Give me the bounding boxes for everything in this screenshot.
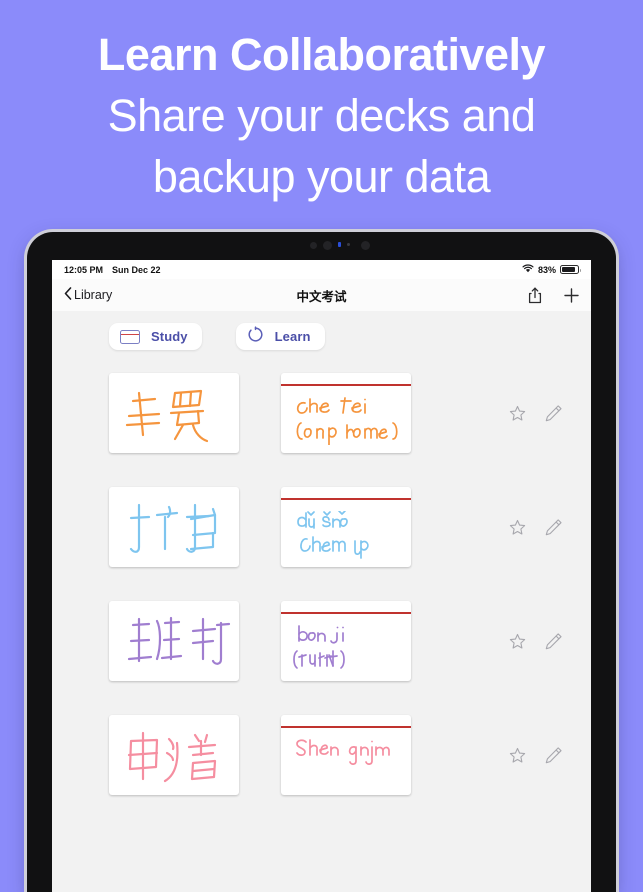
handwriting-back bbox=[293, 397, 403, 445]
status-bar: 12:05 PM Sun Dec 22 83% bbox=[52, 260, 591, 279]
flashcard-front[interactable] bbox=[109, 601, 239, 681]
tablet-screen: 12:05 PM Sun Dec 22 83% Library 中文考试 Stu… bbox=[52, 260, 591, 892]
promo-subline-2: backup your data bbox=[152, 151, 491, 202]
flashcard-back[interactable] bbox=[281, 487, 411, 567]
pencil-icon[interactable] bbox=[544, 518, 563, 537]
row-actions bbox=[509, 404, 591, 423]
back-button-label: Library bbox=[74, 288, 113, 302]
star-outline-icon[interactable] bbox=[509, 519, 526, 536]
plus-icon[interactable] bbox=[564, 287, 579, 303]
row-actions bbox=[509, 746, 591, 765]
flashcard-front[interactable] bbox=[109, 715, 239, 795]
handwriting-front bbox=[109, 487, 239, 567]
table-row bbox=[52, 709, 591, 801]
camera-sensor-icon bbox=[310, 242, 317, 249]
status-bar-time: 12:05 PM bbox=[64, 264, 104, 275]
row-actions bbox=[509, 632, 591, 651]
learn-mode-button[interactable]: Learn bbox=[235, 323, 325, 350]
indicator-light-icon bbox=[338, 242, 341, 247]
promo-headline: Learn Collaboratively bbox=[97, 29, 546, 80]
flashcard-front[interactable] bbox=[109, 373, 239, 453]
navigation-bar: Library 中文考试 bbox=[52, 279, 591, 311]
face-id-sensor-icon bbox=[361, 241, 370, 250]
star-outline-icon[interactable] bbox=[509, 633, 526, 650]
promo-subline-1: Share your decks and bbox=[107, 90, 536, 141]
pencil-icon[interactable] bbox=[544, 404, 563, 423]
table-row bbox=[52, 481, 591, 573]
share-icon[interactable] bbox=[528, 287, 542, 304]
battery-icon bbox=[560, 265, 581, 274]
chevron-left-icon bbox=[64, 287, 72, 303]
front-camera-icon bbox=[323, 241, 332, 250]
handwriting-back bbox=[293, 511, 403, 559]
flashcard-front[interactable] bbox=[109, 487, 239, 567]
wifi-icon bbox=[522, 264, 534, 275]
status-bar-date: Sun Dec 22 bbox=[112, 264, 161, 275]
ambient-sensor-icon bbox=[347, 243, 350, 246]
study-mode-button[interactable]: Study bbox=[109, 323, 202, 350]
flashcard-back[interactable] bbox=[281, 373, 411, 453]
back-button[interactable]: Library bbox=[64, 287, 112, 303]
table-row bbox=[52, 367, 591, 459]
battery-percent-label: 83% bbox=[537, 264, 556, 275]
pencil-icon[interactable] bbox=[544, 746, 563, 765]
device-top-bezel bbox=[27, 232, 616, 260]
star-outline-icon[interactable] bbox=[509, 405, 526, 422]
study-mode-label: Study bbox=[151, 329, 188, 344]
mode-toggle-bar: Study Learn bbox=[52, 311, 591, 350]
handwriting-front bbox=[109, 715, 239, 795]
pencil-icon[interactable] bbox=[544, 632, 563, 651]
handwriting-front bbox=[109, 601, 239, 681]
flashcard-back[interactable] bbox=[281, 601, 411, 681]
handwriting-back bbox=[293, 739, 403, 787]
deck-title: 中文考试 bbox=[296, 289, 347, 304]
circular-arrow-icon bbox=[247, 325, 264, 348]
table-row bbox=[52, 595, 591, 687]
flashcard-icon bbox=[120, 329, 140, 344]
handwriting-back bbox=[293, 625, 403, 673]
flashcard-back[interactable] bbox=[281, 715, 411, 795]
star-outline-icon[interactable] bbox=[509, 747, 526, 764]
promo-banner: Learn Collaboratively Share your decks a… bbox=[0, 0, 643, 232]
handwriting-front bbox=[109, 373, 239, 453]
learn-mode-label: Learn bbox=[274, 329, 311, 344]
tablet-device-frame: 12:05 PM Sun Dec 22 83% Library 中文考试 Stu… bbox=[27, 232, 616, 892]
deck-content: Study Learn bbox=[52, 311, 591, 892]
flashcard-list bbox=[52, 350, 591, 801]
row-actions bbox=[509, 518, 591, 537]
